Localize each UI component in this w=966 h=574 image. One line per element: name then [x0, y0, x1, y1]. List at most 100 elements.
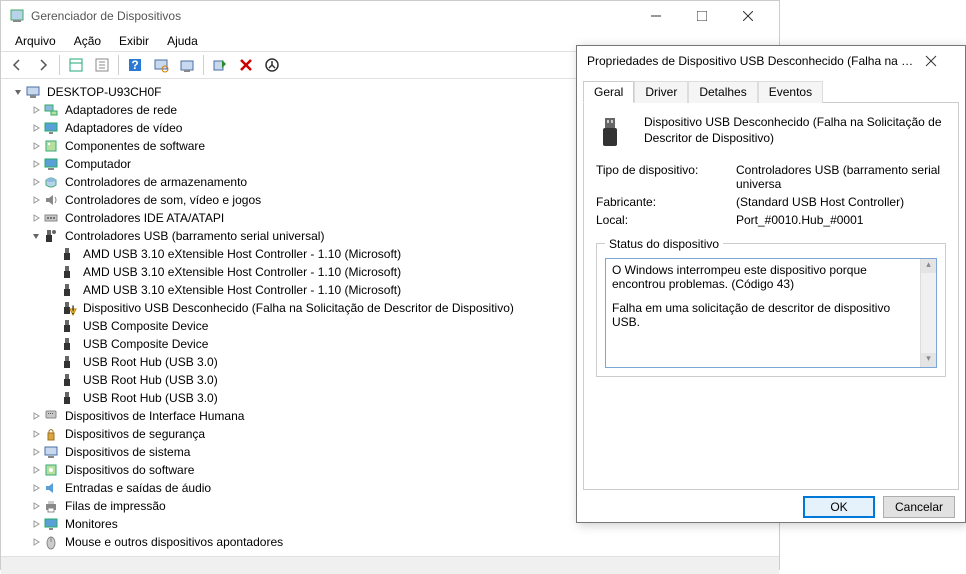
usb-device-icon — [596, 115, 632, 151]
usb-icon: ! — [61, 300, 77, 316]
usb-icon — [61, 354, 77, 370]
tree-category[interactable]: Mouse e outros dispositivos apontadores — [7, 533, 779, 551]
tree-device-label: AMD USB 3.10 eXtensible Host Controller … — [81, 283, 403, 297]
status-textarea[interactable]: O Windows interrompeu este dispositivo p… — [605, 258, 937, 368]
show-hide-console-button[interactable] — [64, 53, 88, 77]
chevron-right-icon[interactable] — [29, 157, 43, 171]
ide-icon — [43, 210, 59, 226]
usb-icon — [61, 372, 77, 388]
chevron-right-icon[interactable] — [29, 481, 43, 495]
chevron-right-icon[interactable] — [29, 409, 43, 423]
chevron-right-icon[interactable] — [29, 193, 43, 207]
properties-button[interactable] — [90, 53, 114, 77]
tab-details[interactable]: Detalhes — [688, 81, 757, 103]
status-legend: Status do dispositivo — [605, 237, 723, 251]
tree-device-label: USB Root Hub (USB 3.0) — [81, 391, 220, 405]
usb-icon — [61, 246, 77, 262]
usb-icon — [61, 318, 77, 334]
svg-text:?: ? — [131, 58, 138, 72]
system-icon — [43, 444, 59, 460]
chevron-right-icon[interactable] — [29, 211, 43, 225]
close-button[interactable] — [925, 55, 955, 67]
minimize-button[interactable] — [633, 1, 679, 31]
type-value: Controladores USB (barramento serial uni… — [736, 163, 946, 191]
menu-view[interactable]: Exibir — [111, 32, 157, 50]
location-label: Local: — [596, 213, 736, 227]
tabs: Geral Driver Detalhes Eventos — [577, 76, 965, 102]
dialog-title: Propriedades de Dispositivo USB Desconhe… — [587, 54, 925, 68]
svg-text:!: ! — [71, 303, 74, 316]
properties-dialog: Propriedades de Dispositivo USB Desconhe… — [576, 45, 966, 523]
usb-icon — [61, 264, 77, 280]
chevron-right-icon[interactable] — [29, 427, 43, 441]
chevron-right-icon[interactable] — [29, 139, 43, 153]
titlebar[interactable]: Gerenciador de Dispositivos — [1, 1, 779, 31]
chevron-right-icon[interactable] — [29, 121, 43, 135]
uninstall-device-button[interactable] — [234, 53, 258, 77]
tree-device-label: USB Composite Device — [81, 319, 210, 333]
disable-device-button[interactable] — [260, 53, 284, 77]
usb-icon — [61, 390, 77, 406]
app-icon — [9, 8, 25, 24]
tab-general[interactable]: Geral — [583, 81, 634, 103]
manufacturer-label: Fabricante: — [596, 195, 736, 209]
dialog-titlebar[interactable]: Propriedades de Dispositivo USB Desconhe… — [577, 46, 965, 76]
location-value: Port_#0010.Hub_#0001 — [736, 213, 946, 227]
usb-icon — [61, 336, 77, 352]
tab-driver[interactable]: Driver — [634, 81, 688, 103]
security-icon — [43, 426, 59, 442]
chevron-right-icon[interactable] — [29, 445, 43, 459]
chevron-right-icon[interactable] — [29, 103, 43, 117]
computer-icon — [25, 84, 41, 100]
chevron-down-icon[interactable] — [11, 85, 25, 99]
status-line: O Windows interrompeu este dispositivo p… — [612, 263, 912, 291]
chevron-right-icon[interactable] — [29, 535, 43, 549]
menu-action[interactable]: Ação — [66, 32, 109, 50]
tree-device-label: AMD USB 3.10 eXtensible Host Controller … — [81, 265, 403, 279]
tree-device-label: USB Root Hub (USB 3.0) — [81, 355, 220, 369]
tab-events[interactable]: Eventos — [758, 81, 823, 103]
enable-device-button[interactable] — [208, 53, 232, 77]
cancel-button[interactable]: Cancelar — [883, 496, 955, 518]
mouse-icon — [43, 534, 59, 550]
horizontal-scrollbar[interactable] — [1, 557, 779, 574]
maximize-button[interactable] — [679, 1, 725, 31]
tab-panel-general: Dispositivo USB Desconhecido (Falha na S… — [583, 102, 959, 490]
ok-button[interactable]: OK — [803, 496, 875, 518]
software-device-icon — [43, 462, 59, 478]
monitor-icon — [43, 516, 59, 532]
software-icon — [43, 138, 59, 154]
audio-io-icon — [43, 480, 59, 496]
menu-help[interactable]: Ajuda — [159, 32, 206, 50]
help-button[interactable]: ? — [123, 53, 147, 77]
tree-device-label: Dispositivo USB Desconhecido (Falha na S… — [81, 301, 516, 315]
storage-icon — [43, 174, 59, 190]
back-button[interactable] — [5, 53, 29, 77]
computer-icon — [43, 156, 59, 172]
display-icon — [43, 120, 59, 136]
sound-icon — [43, 192, 59, 208]
tree-device-label: USB Composite Device — [81, 337, 210, 351]
chevron-right-icon[interactable] — [29, 175, 43, 189]
usb-icon — [43, 228, 59, 244]
tree-device-label: USB Root Hub (USB 3.0) — [81, 373, 220, 387]
close-button[interactable] — [725, 1, 771, 31]
device-name: Dispositivo USB Desconhecido (Falha na S… — [644, 115, 946, 151]
update-driver-button[interactable] — [175, 53, 199, 77]
status-line: Falha em uma solicitação de descritor de… — [612, 301, 912, 329]
usb-icon — [61, 282, 77, 298]
chevron-right-icon[interactable] — [29, 517, 43, 531]
hid-icon — [43, 408, 59, 424]
manufacturer-value: (Standard USB Host Controller) — [736, 195, 946, 209]
forward-button[interactable] — [31, 53, 55, 77]
chevron-down-icon[interactable] — [29, 229, 43, 243]
network-icon — [43, 102, 59, 118]
chevron-right-icon[interactable] — [29, 499, 43, 513]
window-title: Gerenciador de Dispositivos — [31, 9, 633, 23]
chevron-right-icon[interactable] — [29, 463, 43, 477]
scan-hardware-button[interactable] — [149, 53, 173, 77]
printer-icon — [43, 498, 59, 514]
type-label: Tipo de dispositivo: — [596, 163, 736, 191]
menu-file[interactable]: Arquivo — [7, 32, 64, 50]
vertical-scrollbar[interactable]: ▴▾ — [920, 259, 936, 367]
